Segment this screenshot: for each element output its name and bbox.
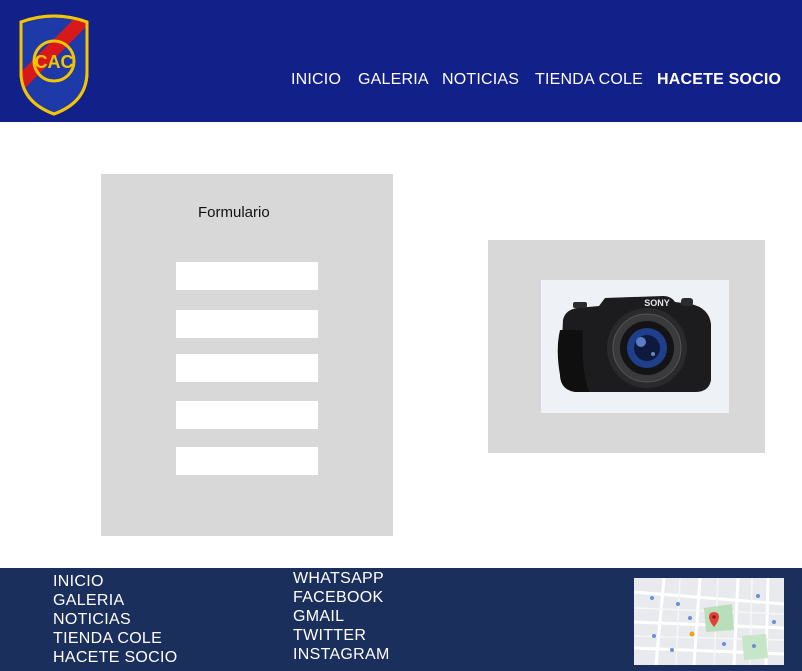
site-header: CAC INICIO GALERIA NOTICIAS TIENDA COLE … bbox=[0, 0, 802, 122]
svg-text:CAC: CAC bbox=[35, 52, 74, 72]
image-panel: SONY bbox=[488, 240, 765, 453]
footer-link-instagram[interactable]: INSTAGRAM bbox=[293, 645, 390, 664]
footer-link-galeria[interactable]: GALERIA bbox=[53, 591, 124, 610]
location-map[interactable] bbox=[634, 578, 784, 665]
nav-item-inicio[interactable]: INICIO bbox=[291, 70, 341, 90]
main-nav: INICIO GALERIA NOTICIAS TIENDA COLE HACE… bbox=[0, 70, 802, 92]
site-footer: INICIO GALERIA NOTICIAS TIENDA COLE HACE… bbox=[0, 568, 802, 671]
form-title: Formulario bbox=[198, 204, 270, 221]
nav-item-noticias[interactable]: NOTICIAS bbox=[442, 70, 519, 90]
shield-icon: CAC bbox=[19, 14, 89, 116]
nav-item-hacete-socio[interactable]: HACETE SOCIO bbox=[657, 70, 781, 90]
form-field-2[interactable] bbox=[176, 310, 318, 338]
footer-link-whatsapp[interactable]: WHATSAPP bbox=[293, 569, 384, 588]
footer-link-noticias[interactable]: NOTICIAS bbox=[53, 610, 131, 629]
nav-item-galeria[interactable]: GALERIA bbox=[358, 70, 429, 90]
footer-link-gmail[interactable]: GMAIL bbox=[293, 607, 344, 626]
svg-text:SONY: SONY bbox=[644, 298, 670, 308]
footer-link-hacete-socio[interactable]: HACETE SOCIO bbox=[53, 648, 178, 667]
form-field-4[interactable] bbox=[176, 401, 318, 429]
form-panel: Formulario bbox=[101, 174, 393, 536]
form-field-3[interactable] bbox=[176, 354, 318, 382]
footer-link-facebook[interactable]: FACEBOOK bbox=[293, 588, 383, 607]
form-field-1[interactable] bbox=[176, 262, 318, 290]
footer-link-twitter[interactable]: TWITTER bbox=[293, 626, 366, 645]
footer-link-inicio[interactable]: INICIO bbox=[53, 572, 104, 591]
form-field-5[interactable] bbox=[176, 447, 318, 475]
map-icon bbox=[634, 578, 784, 665]
camera-image: SONY bbox=[541, 280, 729, 413]
camera-icon: SONY bbox=[541, 280, 729, 413]
club-logo[interactable]: CAC bbox=[17, 14, 91, 116]
nav-item-tienda-cole[interactable]: TIENDA COLE bbox=[535, 70, 643, 90]
footer-link-tienda-cole[interactable]: TIENDA COLE bbox=[53, 629, 162, 648]
